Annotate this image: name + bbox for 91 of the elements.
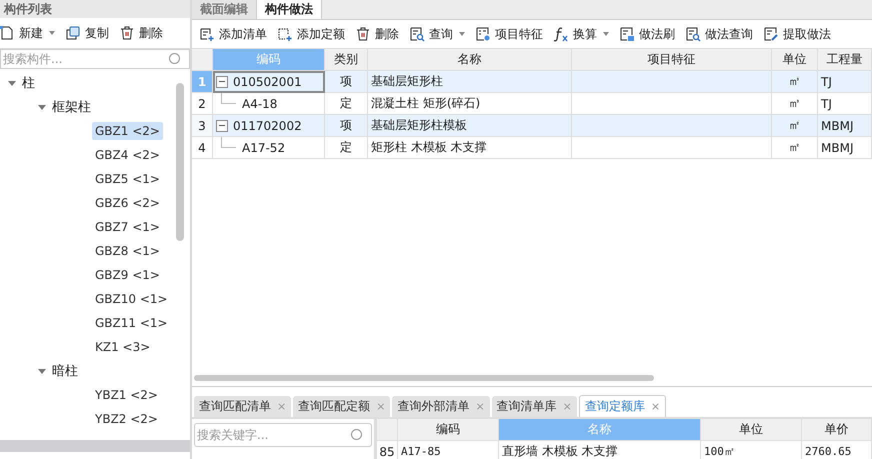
toolbar-button[interactable]: 删除 [116,21,166,45]
column-header[interactable]: 工程量 [818,49,872,71]
row-number: 85 [377,441,398,459]
table-cell: 直形墙 木模板 木支撑 [499,441,701,459]
collapse-icon[interactable] [216,120,228,132]
toolbar-button[interactable]: 添加定额 [274,22,348,46]
table-cell: ㎥ [772,71,818,93]
tree-item[interactable]: GBZ6 <2> [92,194,163,212]
document-brush-icon [619,26,635,42]
document-pen-icon [763,26,779,42]
table-cell: TJ [818,71,872,93]
search-icon [169,53,180,64]
tab[interactable]: 截面编辑 [192,0,257,19]
tree-item[interactable]: GBZ7 <1> [92,218,163,236]
table-cell: 基础层矩形柱 [368,71,572,93]
tab[interactable]: 查询定额库 × [578,395,666,417]
toolbar-button[interactable]: 换算 [550,22,612,46]
column-header[interactable]: 编码 [398,419,499,441]
toolbar-button[interactable]: 做法刷 [616,22,678,46]
row-number[interactable]: 4 [192,137,213,159]
tree-item[interactable]: GBZ9 <1> [92,266,163,284]
document-star-icon [475,26,491,42]
table-cell: 010502001 [233,74,302,88]
table-cell: ㎡ [772,115,818,137]
table-cell: 2760.65 [802,441,872,459]
copy-icon [65,25,81,41]
toolbar-button[interactable]: 添加清单 [196,22,270,46]
table-cell: ㎡ [772,137,818,159]
table-cell: A17-52 [242,140,286,154]
search-field[interactable]: 搜索关键字... [194,423,372,447]
toolbar-button[interactable]: 提取做法 [760,22,834,46]
tab[interactable]: 查询匹配清单 × [194,396,292,417]
table-cell: 基础层矩形柱模板 [368,115,572,137]
toolbar-button[interactable]: 新建 [0,21,58,45]
trash-icon [355,26,371,42]
tree-item[interactable]: GBZ11 <1> [92,314,171,332]
tree-item[interactable]: 柱 [22,74,35,92]
tree-item[interactable]: GBZ5 <1> [92,170,163,188]
function-icon [553,26,569,42]
table-cell: A17-85 [398,441,499,459]
table-cell: 矩形柱 木模板 木支撑 [368,137,572,159]
tab[interactable]: 构件做法 [257,0,322,19]
expand-arrow-icon[interactable] [38,104,46,110]
column-header[interactable]: 单价 [802,419,872,441]
toolbar-button[interactable]: 做法查询 [682,22,756,46]
table-cell: MBMJ [818,137,872,159]
tree-item[interactable]: 框架柱 [52,98,91,116]
search-field[interactable]: 搜索构件... [0,49,190,69]
tree-item[interactable]: GBZ4 <2> [92,146,163,164]
tree-item[interactable]: GBZ1 <2> [92,122,163,140]
table-cell: 项 [325,115,368,137]
row-number[interactable]: 2 [192,93,213,115]
trash-icon [119,25,135,41]
search-icon [351,429,362,440]
panel-title: 构件列表 [0,0,190,18]
table-cell: MBMJ [818,115,872,137]
expand-arrow-icon[interactable] [38,368,46,374]
column-header[interactable]: 项目特征 [572,49,772,71]
column-header[interactable]: 类别 [325,49,368,71]
table-cell: A4-18 [242,96,278,110]
tab[interactable]: 查询匹配定额 × [293,396,390,417]
table-cell: 定 [325,137,368,159]
document-search-icon [685,26,701,42]
tree-line [221,93,236,104]
list-plus-icon [277,26,293,42]
table-cell: 100㎡ [701,441,802,459]
tree-item[interactable]: YBZ1 <2> [92,386,161,404]
tree-item[interactable]: GBZ8 <1> [92,242,163,260]
document-search-icon [409,26,425,42]
column-header[interactable]: 单位 [772,49,818,71]
collapse-icon[interactable] [216,76,228,88]
tree-item[interactable]: 暗柱 [52,362,78,380]
toolbar-button[interactable]: 复制 [62,21,112,45]
column-header[interactable]: 名称 [368,49,572,71]
toolbar-button[interactable]: 删除 [352,22,402,46]
scrollbar[interactable] [176,83,184,241]
table-cell: 项 [325,71,368,93]
tree-line [221,137,236,148]
tree-item[interactable]: YBZ2 <2> [92,410,161,428]
row-number[interactable]: 3 [192,115,213,137]
toolbar-button[interactable]: 项目特征 [472,22,546,46]
toolbar-button[interactable]: 查询 [406,22,468,46]
table-cell: 011702002 [233,118,302,132]
tree-item[interactable]: GBZ10 <1> [92,290,171,308]
tab[interactable]: 查询外部清单 × [392,396,490,417]
tab[interactable]: 查询清单库 × [492,396,577,417]
column-header[interactable]: 单位 [701,419,802,441]
expand-arrow-icon[interactable] [8,80,16,86]
tree-item[interactable]: KZ1 <3> [92,338,154,356]
scrollbar[interactable] [194,375,654,381]
list-plus-icon [199,26,215,42]
